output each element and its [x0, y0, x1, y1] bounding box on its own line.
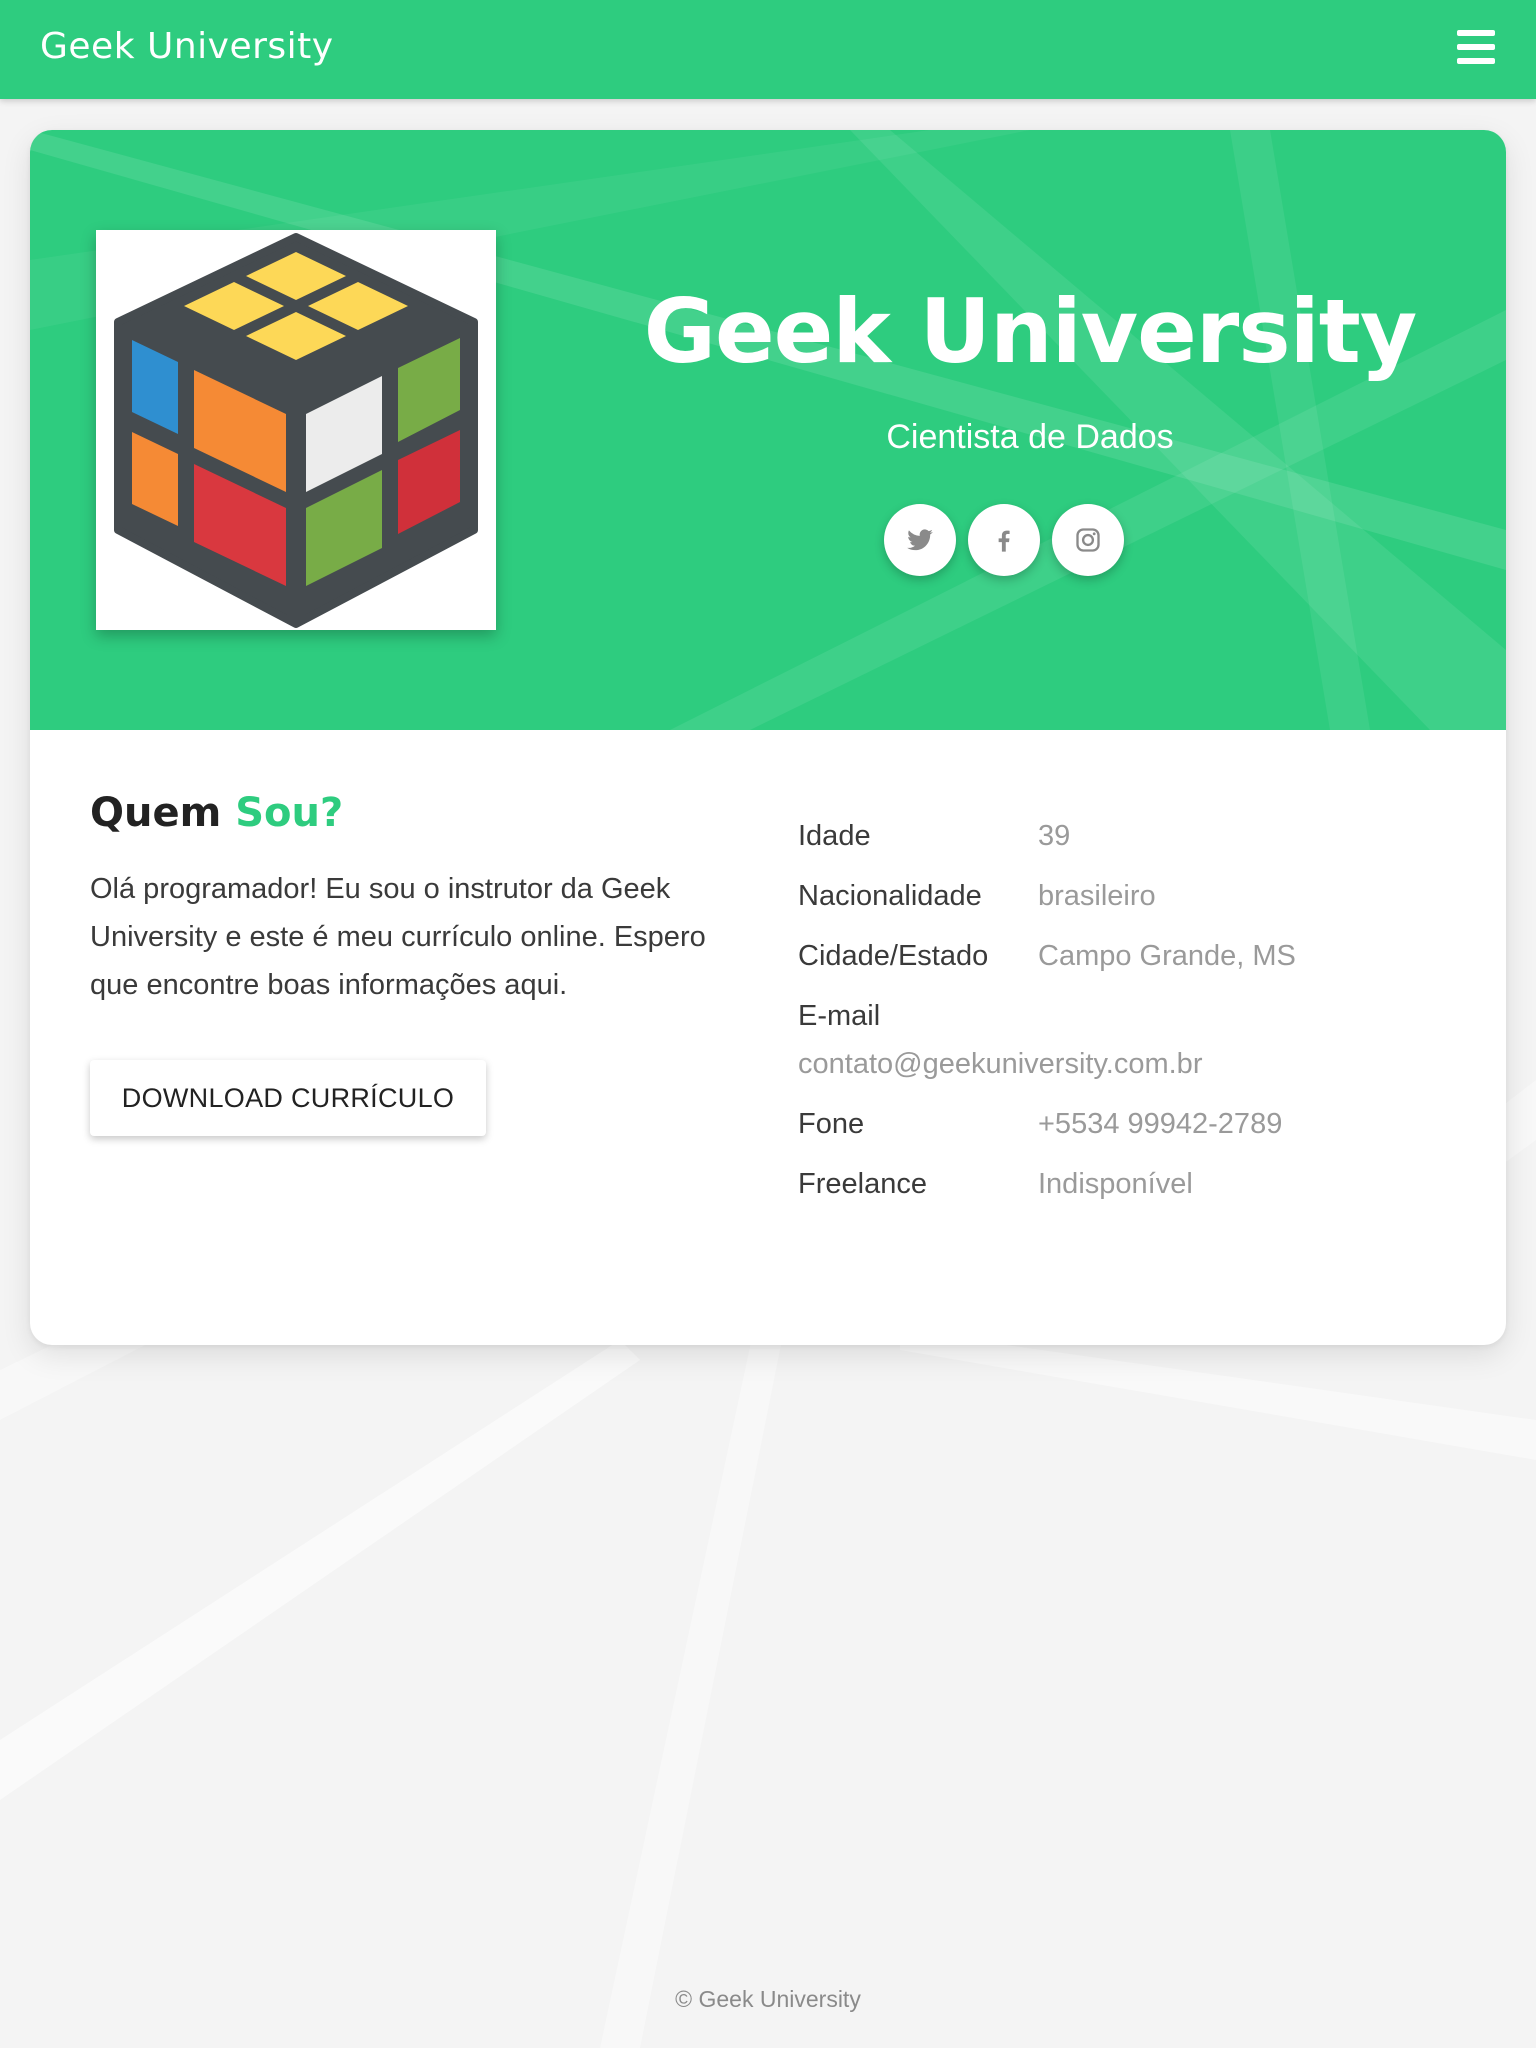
rubiks-cube-icon: [114, 233, 478, 628]
info-value: Indisponível: [1038, 1168, 1193, 1200]
hero-banner: Geek University Cientista de Dados: [30, 130, 1506, 730]
download-cv-button[interactable]: DOWNLOAD CURRÍCULO: [90, 1060, 486, 1136]
top-navbar: Geek University: [0, 0, 1536, 99]
info-value: Campo Grande, MS: [1038, 940, 1296, 972]
info-value: +5534 99942-2789: [1038, 1108, 1283, 1140]
avatar: [96, 230, 496, 630]
about-text: Olá programador! Eu sou o instrutor da G…: [90, 873, 706, 1001]
hero-title: Geek University: [643, 280, 1417, 383]
about-heading-accent: Sou?: [235, 790, 344, 836]
info-label: Freelance: [798, 1168, 927, 1200]
email-link[interactable]: contato@geekuniversity.com.br: [798, 1048, 1202, 1081]
social-links: [884, 504, 1184, 576]
facebook-button[interactable]: [968, 504, 1040, 576]
info-label: Cidade/Estado: [798, 940, 989, 972]
instagram-button[interactable]: [1052, 504, 1124, 576]
info-value: brasileiro: [1038, 880, 1156, 912]
profile-card: Geek University Cientista de Dados Quem …: [30, 130, 1506, 1345]
info-label: Fone: [798, 1108, 865, 1140]
hamburger-menu-icon[interactable]: [1457, 30, 1495, 66]
info-label: Nacionalidade: [798, 880, 982, 912]
info-label: E-mail: [798, 1000, 881, 1032]
facebook-icon: [998, 530, 1010, 552]
about-heading: Quem Sou?: [90, 790, 343, 836]
hero-subtitle: Cientista de Dados: [886, 418, 1174, 456]
instagram-icon: [1076, 528, 1100, 552]
navbar-brand[interactable]: Geek University: [40, 26, 334, 67]
about-heading-main: Quem: [90, 790, 222, 836]
footer-copyright: © Geek University: [675, 1986, 861, 2012]
info-label: Idade: [798, 820, 871, 852]
twitter-icon: [907, 529, 933, 551]
info-value: 39: [1038, 820, 1071, 852]
twitter-button[interactable]: [884, 504, 956, 576]
